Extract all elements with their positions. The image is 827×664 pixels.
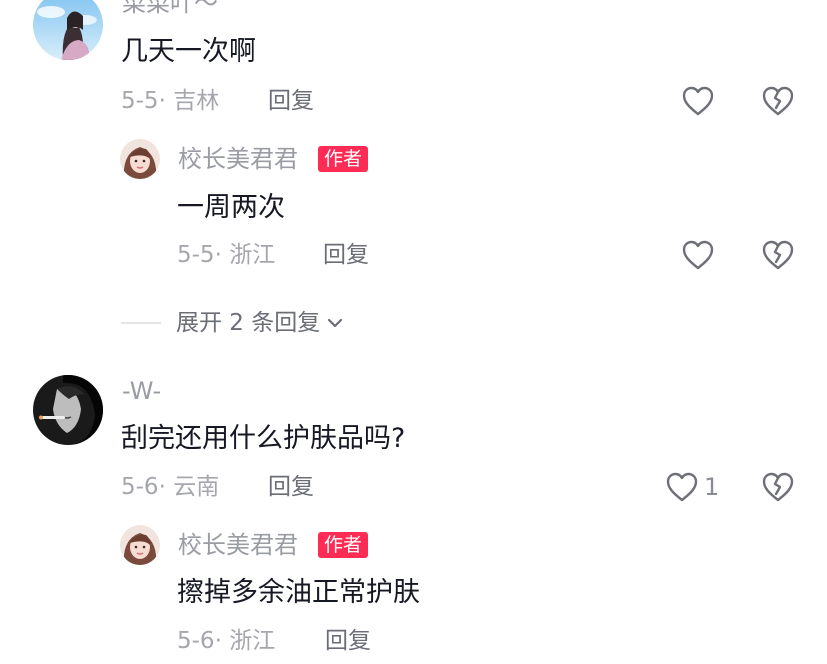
comment-text: 几天一次啊 xyxy=(121,36,256,67)
avatar-image xyxy=(33,375,103,445)
like-button[interactable] xyxy=(680,237,716,273)
avatar-reply-1[interactable] xyxy=(120,139,160,179)
expand-divider xyxy=(121,322,161,324)
author-badge: 作者 xyxy=(318,146,369,172)
like-button[interactable] xyxy=(680,83,716,119)
reply-text: 一周两次 xyxy=(177,192,285,223)
heart-outline-icon xyxy=(682,86,714,116)
broken-heart-icon xyxy=(762,472,794,502)
reply-button[interactable]: 回复 xyxy=(323,240,369,270)
broken-heart-icon xyxy=(762,240,794,270)
dislike-button[interactable] xyxy=(760,83,796,119)
comment-date-location: 5-6· 云南 xyxy=(121,474,220,500)
expand-replies-button[interactable]: 展开 2 条回复 xyxy=(176,308,346,338)
comment-username[interactable]: -W- xyxy=(122,376,161,406)
chevron-down-icon xyxy=(328,318,343,328)
reply-username[interactable]: 校长美君君 xyxy=(178,144,298,174)
like-count: 1 xyxy=(704,473,720,501)
reply-button[interactable]: 回复 xyxy=(325,626,371,656)
reply-date-location: 5-5· 浙江 xyxy=(177,242,276,268)
like-button[interactable]: 1 xyxy=(664,469,719,505)
avatar-image xyxy=(120,525,160,565)
dislike-button[interactable] xyxy=(760,469,796,505)
avatar-comment-1[interactable] xyxy=(33,0,103,60)
avatar-reply-2[interactable] xyxy=(120,525,160,565)
heart-outline-icon xyxy=(682,240,714,270)
comment-text: 刮完还用什么护肤品吗? xyxy=(121,423,406,454)
reply-button[interactable]: 回复 xyxy=(268,86,314,116)
avatar-image xyxy=(33,0,103,60)
avatar-comment-2[interactable] xyxy=(33,375,103,445)
author-badge: 作者 xyxy=(318,532,369,558)
heart-outline-icon xyxy=(666,472,698,502)
expand-replies-label: 展开 2 条回复 xyxy=(176,310,321,336)
dislike-button[interactable] xyxy=(760,237,796,273)
avatar-image xyxy=(120,139,160,179)
reply-username[interactable]: 校长美君君 xyxy=(178,530,298,560)
comment-date-location: 5-5· 吉林 xyxy=(121,88,220,114)
comment-username[interactable]: 菜菜吖～ xyxy=(122,0,218,18)
reply-button[interactable]: 回复 xyxy=(268,472,314,502)
reply-text: 擦掉多余油正常护肤 xyxy=(177,577,420,608)
reply-date-location: 5-6· 浙江 xyxy=(177,628,276,654)
broken-heart-icon xyxy=(762,86,794,116)
